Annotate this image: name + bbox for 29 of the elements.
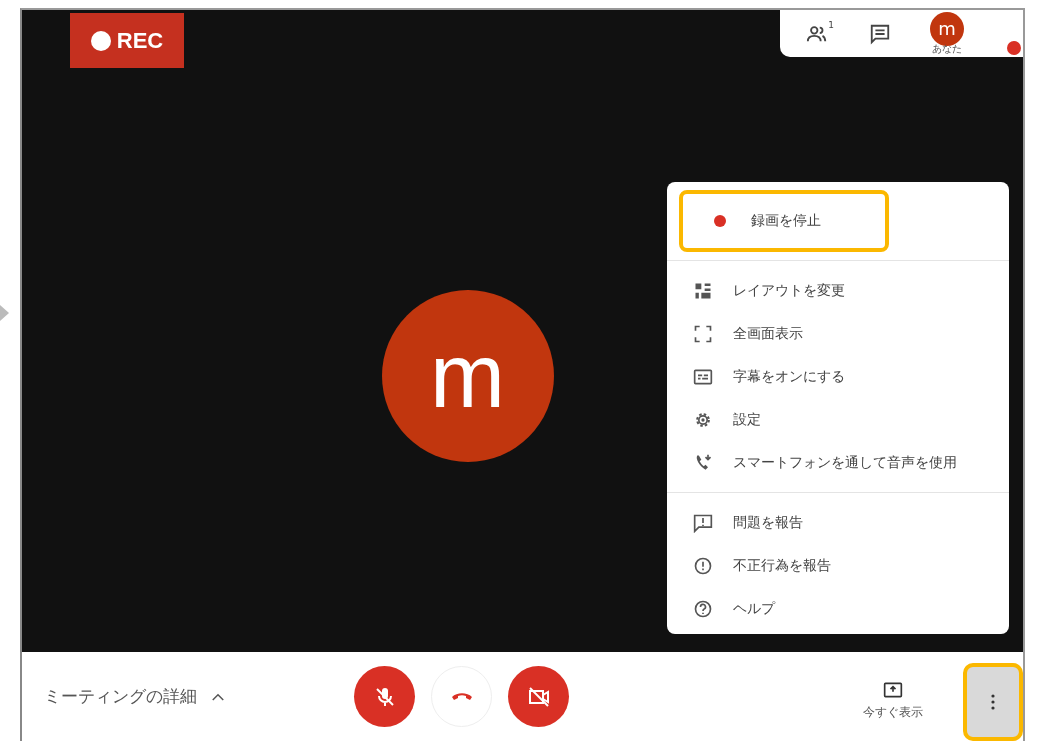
camera-off-icon bbox=[526, 684, 551, 709]
arrow-icon bbox=[0, 303, 10, 323]
record-dot-icon bbox=[711, 212, 729, 230]
people-button[interactable]: 1 bbox=[790, 13, 850, 54]
present-now-button[interactable]: 今すぐ表示 bbox=[863, 680, 923, 721]
menu-item[interactable]: 字幕をオンにする bbox=[667, 355, 1009, 398]
camera-button[interactable] bbox=[508, 666, 569, 727]
menu-item[interactable]: 録画を停止 bbox=[679, 190, 889, 252]
recording-badge: REC bbox=[70, 13, 184, 68]
menu-item[interactable]: スマートフォンを通して音声を使用 bbox=[667, 441, 1009, 484]
help-icon bbox=[693, 598, 713, 619]
menu-item[interactable]: レイアウトを変更 bbox=[667, 269, 1009, 312]
participant-avatar: m bbox=[381, 290, 554, 462]
avatar: m bbox=[930, 11, 964, 46]
more-vertical-icon bbox=[991, 693, 995, 710]
status-dot bbox=[1007, 41, 1021, 55]
menu-item[interactable]: 問題を報告 bbox=[667, 501, 1009, 544]
alert-icon bbox=[693, 555, 713, 576]
menu-item[interactable]: 不正行為を報告 bbox=[667, 544, 1009, 587]
menu-item[interactable]: ヘルプ bbox=[667, 587, 1009, 630]
menu-item[interactable]: 設定 bbox=[667, 398, 1009, 441]
present-icon bbox=[882, 680, 904, 700]
meeting-details-button[interactable]: ミーティングの詳細 bbox=[22, 685, 344, 708]
mic-button[interactable] bbox=[354, 666, 415, 727]
hang-up-icon bbox=[449, 692, 474, 701]
fullscreen-icon bbox=[693, 323, 713, 344]
menu-item[interactable]: 全画面表示 bbox=[667, 312, 1009, 355]
feedback-icon bbox=[693, 512, 713, 533]
chat-icon bbox=[869, 22, 891, 45]
